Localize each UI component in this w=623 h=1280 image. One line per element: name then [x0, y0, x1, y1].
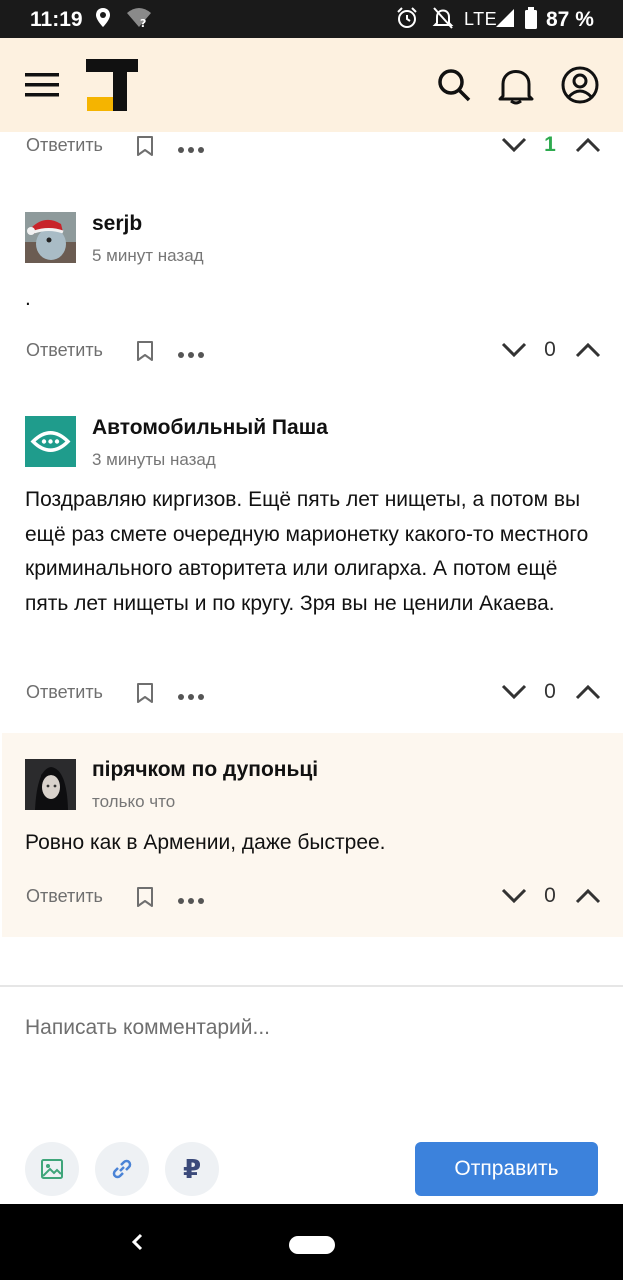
composer-divider [0, 985, 623, 987]
comment-time: 5 минут назад [92, 246, 204, 265]
comment-time: 3 минуты назад [92, 450, 216, 469]
app-header [0, 38, 623, 132]
network-type: LTE [464, 9, 498, 29]
vote-down-icon[interactable] [500, 340, 528, 365]
status-time: 11:19 [30, 8, 83, 31]
comment-actions: Ответить 0 [0, 674, 623, 714]
search-icon[interactable] [437, 68, 471, 107]
alarm-icon [396, 6, 418, 35]
comment-text: . [25, 287, 31, 310]
comment-author[interactable]: serjb [92, 212, 142, 236]
status-bar: 11:19 ? LTE 87 % [0, 0, 623, 38]
vote-up-icon[interactable] [574, 135, 602, 160]
avatar[interactable] [25, 416, 76, 467]
vote-up-icon[interactable] [574, 682, 602, 707]
more-options-icon[interactable] [177, 688, 205, 706]
avatar[interactable] [25, 212, 76, 263]
wifi-unknown-icon: ? [126, 6, 152, 35]
link-icon [112, 1159, 132, 1179]
donate-button[interactable]: ₽ [165, 1142, 219, 1196]
vote-count: 0 [544, 338, 556, 361]
battery-icon [524, 6, 538, 35]
reply-button[interactable]: Ответить [26, 340, 103, 361]
comment-actions: Ответить 0 [0, 332, 623, 372]
more-options-icon[interactable] [177, 141, 205, 159]
comment-actions: Ответить 1 [0, 132, 623, 167]
attach-link-button[interactable] [95, 1142, 149, 1196]
attach-image-button[interactable] [25, 1142, 79, 1196]
vote-count: 1 [544, 133, 556, 156]
back-icon[interactable] [126, 1230, 150, 1259]
location-icon [94, 6, 112, 35]
bookmark-icon[interactable] [136, 135, 154, 162]
vote-down-icon[interactable] [500, 135, 528, 160]
comment-text: Ровно как в Армении, даже быстрее. [25, 831, 386, 854]
vote-up-icon[interactable] [574, 340, 602, 365]
vote-count: 0 [544, 680, 556, 703]
reply-button[interactable]: Ответить [26, 682, 103, 703]
bookmark-icon[interactable] [136, 682, 154, 709]
battery-percent: 87 % [546, 8, 594, 31]
comments-feed[interactable]: Ответить 1 serjb 5 минут назад . Ответит… [0, 132, 623, 985]
comment-input[interactable]: Написать комментарий... [25, 1016, 270, 1040]
home-pill[interactable] [289, 1236, 335, 1254]
system-nav-bar [0, 1204, 623, 1280]
bookmark-icon[interactable] [136, 340, 154, 367]
more-options-icon[interactable] [177, 346, 205, 364]
comment-author[interactable]: пірячком по дупоньці [92, 758, 318, 782]
reply-button[interactable]: Ответить [26, 886, 103, 907]
comment-author[interactable]: Автомобильный Паша [92, 416, 328, 440]
ruble-icon: ₽ [182, 1154, 202, 1184]
vote-count: 0 [544, 884, 556, 907]
signal-icon [495, 6, 515, 33]
comment-actions: Ответить 0 [0, 878, 623, 918]
vote-down-icon[interactable] [500, 682, 528, 707]
notifications-off-icon [432, 6, 454, 35]
menu-icon[interactable] [25, 73, 59, 102]
avatar[interactable] [25, 759, 76, 810]
reply-button[interactable]: Ответить [26, 135, 103, 156]
bell-icon[interactable] [498, 67, 534, 110]
svg-text:?: ? [140, 17, 146, 30]
image-icon [41, 1159, 63, 1179]
vote-up-icon[interactable] [574, 886, 602, 911]
bookmark-icon[interactable] [136, 886, 154, 913]
comment-time: только что [92, 792, 176, 811]
send-button[interactable]: Отправить [415, 1142, 598, 1196]
profile-icon[interactable] [560, 65, 600, 110]
vote-down-icon[interactable] [500, 886, 528, 911]
more-options-icon[interactable] [177, 892, 205, 910]
comment-text: Поздравляю киргизов. Ещё пять лет нищеты… [25, 488, 589, 615]
tj-logo[interactable] [86, 59, 138, 116]
